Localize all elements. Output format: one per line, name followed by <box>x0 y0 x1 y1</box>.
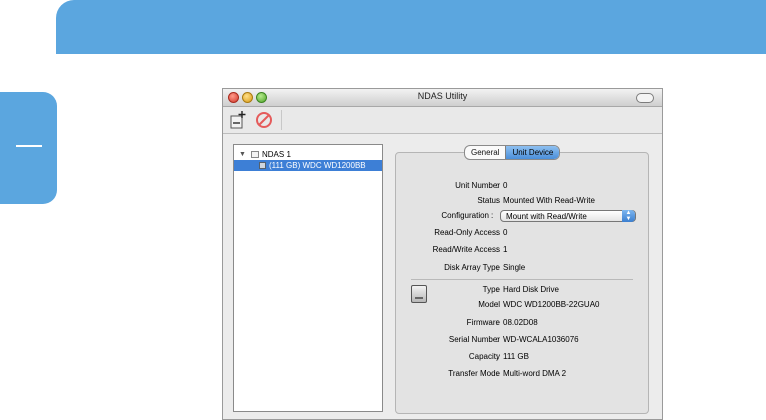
type-value: Hard Disk Drive <box>503 285 560 294</box>
side-tab-dash <box>16 145 42 147</box>
add-device-button[interactable] <box>227 110 249 130</box>
colon: : <box>496 245 499 254</box>
ndas-device-icon <box>251 151 259 158</box>
remove-device-icon <box>256 112 272 128</box>
configuration-select[interactable]: Mount with Read/Write ▲ ▼ <box>500 210 636 222</box>
toolbar-toggle-button[interactable] <box>636 93 654 103</box>
colon: : <box>496 318 499 327</box>
transfer-mode-value: Multi-word DMA 2 <box>503 369 567 378</box>
configuration-select-value: Mount with Read/Write <box>506 212 587 221</box>
disk-array-type-value: Single <box>503 263 526 272</box>
capacity-value: 111 GB <box>503 352 529 361</box>
hard-disk-icon <box>411 285 427 303</box>
transfer-mode-label: Transfer Mode <box>448 369 500 378</box>
disk-array-type-label: Disk Array Type <box>444 263 500 272</box>
toolbar-separator <box>281 110 282 130</box>
window-title: NDAS Utility <box>417 91 468 101</box>
read-write-access-value: 1 <box>503 245 508 254</box>
select-arrows-icon: ▲ ▼ <box>622 210 635 222</box>
unit-number-value: 0 <box>503 181 508 190</box>
colon: : <box>496 196 499 205</box>
device-tree[interactable]: ▼ NDAS 1 (111 GB) WDC WD1200BB <box>233 144 383 412</box>
tree-item-label: NDAS 1 <box>262 150 291 159</box>
section-divider <box>411 279 633 280</box>
tab-unit-device[interactable]: Unit Device <box>505 146 560 159</box>
tree-item-ndas[interactable]: ▼ NDAS 1 <box>234 149 382 160</box>
hard-drive-small-icon <box>259 162 266 169</box>
colon: : <box>496 285 499 294</box>
unit-number-label: Unit Number <box>455 181 500 190</box>
side-tab <box>0 92 57 204</box>
disclosure-triangle-icon[interactable]: ▼ <box>239 149 246 160</box>
colon: : <box>496 300 499 309</box>
top-banner-shape <box>56 0 766 54</box>
colon: : <box>496 369 499 378</box>
status-value: Mounted With Read-Write <box>503 196 595 205</box>
add-device-icon <box>230 111 246 129</box>
ndas-utility-window: NDAS Utility ▼ NDAS 1 (111 GB) WDC WD120… <box>222 88 663 420</box>
tab-general[interactable]: General <box>465 146 505 159</box>
remove-device-button[interactable] <box>254 110 276 130</box>
colon: : <box>496 263 499 272</box>
colon: : <box>496 181 499 190</box>
toolbar <box>223 107 662 134</box>
colon: : <box>496 352 499 361</box>
title-bar[interactable]: NDAS Utility <box>223 89 662 107</box>
colon: : <box>496 228 499 237</box>
firmware-value: 08.02D08 <box>503 318 538 327</box>
firmware-label: Firmware <box>466 318 500 327</box>
read-write-access-label: Read/Write Access <box>432 245 500 254</box>
tree-item-label: (111 GB) WDC WD1200BB <box>269 161 366 170</box>
colon: : <box>496 335 499 344</box>
model-value: WDC WD1200BB-22GUA0 <box>503 300 600 309</box>
read-only-access-value: 0 <box>503 228 508 237</box>
tree-item-unit-device[interactable]: (111 GB) WDC WD1200BB <box>234 160 382 171</box>
configuration-label: Configuration <box>441 211 489 220</box>
serial-number-value: WD-WCALA1036076 <box>503 335 579 344</box>
colon: : <box>491 211 494 220</box>
serial-number-label: Serial Number <box>448 335 500 344</box>
read-only-access-label: Read-Only Access <box>434 228 500 237</box>
tab-bar: General Unit Device <box>464 145 561 160</box>
